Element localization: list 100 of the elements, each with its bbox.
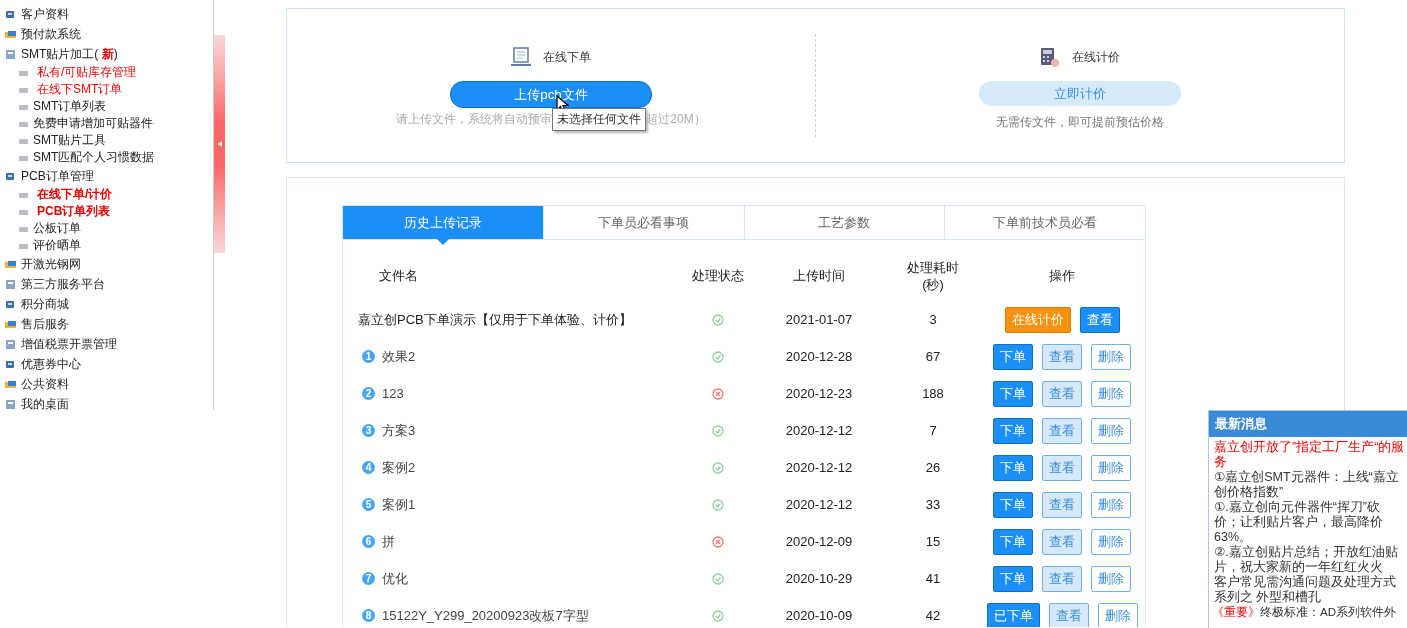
menu-item[interactable]: 公板订单 [33, 220, 81, 237]
menu-item[interactable]: SMT贴片加工( 新) [21, 45, 118, 63]
table-cell: 7 [929, 423, 937, 438]
view-button[interactable]: 查看 [1042, 528, 1082, 555]
delete-button[interactable]: 删除 [1097, 602, 1138, 627]
menu-item[interactable]: 评价晒单 [33, 237, 81, 254]
menu-item[interactable]: 我的桌面 [21, 395, 69, 413]
order-button[interactable]: 下单 [993, 380, 1033, 407]
menu-item[interactable]: 免费申请增加可贴器件 [33, 115, 153, 132]
view-button[interactable]: 查看 [1042, 565, 1082, 592]
file-name: 嘉立创PCB下单演示【仅用于下单体验、计价】 [358, 310, 632, 329]
view-button[interactable]: 查看 [1042, 454, 1082, 481]
menu-item[interactable]: SMT匹配个人习惯数据 [33, 149, 155, 166]
delete-button[interactable]: 删除 [1091, 380, 1131, 407]
table-cell: 2020-12-09 [785, 534, 853, 549]
table-cell: 3 [929, 312, 937, 327]
menu-icon [5, 48, 16, 60]
order-button[interactable]: 下单 [993, 491, 1033, 518]
hint-text: 超过20M） [646, 111, 706, 128]
order-button[interactable]: 下单 [993, 528, 1033, 555]
file-name: 效果2 [382, 347, 416, 366]
file-name: 案例2 [382, 458, 416, 477]
delete-button[interactable]: 删除 [1091, 417, 1131, 444]
menu-icon [5, 358, 16, 370]
menu-item[interactable]: 积分商城 [21, 295, 69, 313]
menu-icon [5, 170, 16, 182]
menu-icon [5, 338, 16, 350]
column-header: 文件名 [378, 267, 420, 284]
table-cell: 188 [922, 386, 944, 401]
file-name: 123 [382, 386, 404, 401]
menu-icon [5, 28, 16, 40]
upload-button[interactable]: 上传pcb文件 [450, 81, 652, 108]
menu-item[interactable]: 预付款系统 [21, 25, 81, 43]
row-number: 4 [362, 461, 375, 474]
menu-icon [5, 8, 16, 20]
news-item[interactable]: ②.嘉立创贴片总结；开放红油贴片，祝大家新的一年红红火火 [1214, 545, 1405, 575]
column-header: 处理耗时(秒) [906, 258, 960, 293]
file-name: 案例1 [382, 495, 416, 514]
table-cell: 33 [925, 497, 941, 512]
menu-item[interactable]: 客户资料 [21, 5, 69, 23]
file-name: 方案3 [382, 421, 416, 440]
order-button[interactable]: 下单 [993, 565, 1033, 592]
table-cell: 2021-01-07 [785, 312, 853, 327]
collapse-handle[interactable] [214, 35, 225, 253]
order-button[interactable]: 下单 [993, 343, 1033, 370]
view-button[interactable]: 查看 [1048, 602, 1089, 627]
row-number: 6 [362, 535, 375, 548]
table-cell: 2020-12-12 [785, 497, 853, 512]
menu-item[interactable]: PCB订单列表 [37, 203, 111, 220]
file-name: 拼 [382, 532, 395, 551]
menu-item[interactable]: SMT订单列表 [33, 98, 107, 115]
delete-button[interactable]: 删除 [1091, 491, 1131, 518]
news-item[interactable]: 《重要》终极标准：AD系列软件外 [1212, 605, 1405, 620]
delete-button[interactable]: 删除 [1091, 343, 1131, 370]
order-button[interactable]: 下单 [993, 417, 1033, 444]
menu-icon [5, 258, 16, 270]
view-button[interactable]: 查看 [1042, 380, 1082, 407]
menu-icon [5, 318, 16, 330]
news-item[interactable]: 嘉立创开放了”指定工厂生产“的服务 [1214, 440, 1405, 470]
delete-button[interactable]: 删除 [1091, 528, 1131, 555]
menu-item[interactable]: 私有/可贴库存管理 [37, 64, 137, 81]
quote-button[interactable]: 在线计价 [1004, 306, 1071, 333]
view-button[interactable]: 查看 [1042, 417, 1082, 444]
menu-item[interactable]: 第三方服务平台 [21, 275, 105, 293]
menu-icon [5, 398, 16, 410]
order-button[interactable]: 已下单 [986, 602, 1040, 627]
news-item[interactable]: ①嘉立创SMT元器件：上线“嘉立创价格指数” [1214, 470, 1405, 500]
delete-button[interactable]: 删除 [1091, 454, 1131, 481]
table-cell: 41 [925, 571, 941, 586]
row-number: 8 [362, 609, 375, 622]
table-cell: 15 [925, 534, 941, 549]
menu-item[interactable]: 开激光钢网 [21, 255, 81, 273]
menu-item[interactable]: 在线下单/计价 [37, 186, 113, 203]
table-cell: 2020-12-12 [785, 460, 853, 475]
column-header: 上传时间 [793, 267, 845, 284]
menu-icon [5, 298, 16, 310]
laptop-icon [511, 47, 531, 67]
table-cell: 2020-10-09 [785, 608, 853, 623]
order-button[interactable]: 下单 [993, 454, 1033, 481]
view-button[interactable]: 查看 [1042, 491, 1082, 518]
news-item[interactable]: 客户常见需沟通问题及处理方式系列之 外型和槽孔 [1214, 575, 1405, 605]
tab[interactable]: 历史上传记录 [343, 206, 544, 239]
menu-item[interactable]: 增值税票开票管理 [21, 335, 117, 353]
menu-item[interactable]: PCB订单管理 [21, 167, 94, 185]
row-number: 2 [362, 387, 375, 400]
delete-button[interactable]: 删除 [1091, 565, 1131, 592]
menu-item[interactable]: 售后服务 [21, 315, 69, 333]
view-button[interactable]: 查看 [1042, 343, 1082, 370]
view-button[interactable]: 查看 [1079, 306, 1120, 333]
hint-text: 无需传文件，即可提前预估价格 [996, 114, 1164, 131]
menu-item[interactable]: 优惠券中心 [21, 355, 81, 373]
news-item[interactable]: ①.嘉立创向元件器件“挥刀”砍价；让利贴片客户，最高降价63%。 [1214, 500, 1405, 545]
menu-item[interactable]: 在线下SMT订单 [37, 81, 123, 98]
quote-button[interactable]: 立即计价 [979, 81, 1181, 106]
calculator-icon [1040, 47, 1060, 67]
file-name: 优化 [382, 569, 408, 588]
menu-item[interactable]: SMT贴片工具 [33, 132, 107, 149]
panel-title: 最新消息 [1209, 411, 1407, 437]
menu-item[interactable]: 公共资料 [21, 375, 69, 393]
section-title: 在线下单 [543, 48, 591, 66]
